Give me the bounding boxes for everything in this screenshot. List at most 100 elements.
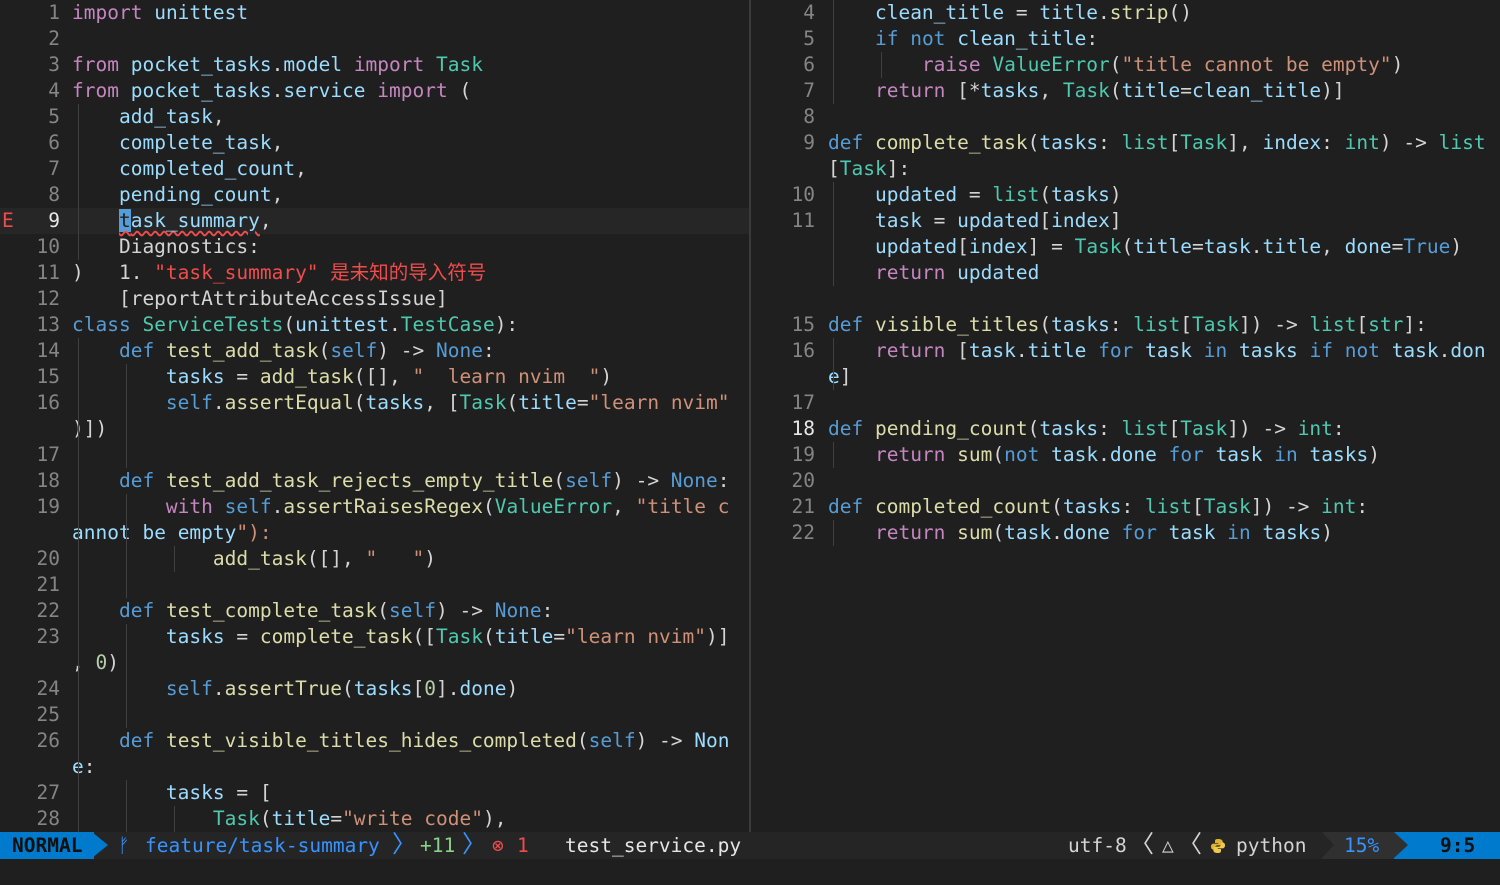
code-line[interactable]: 16 self.assertEqual(tasks, [Task(title="… — [0, 390, 750, 416]
code-line[interactable]: 11 task = updated[index] — [751, 208, 1500, 234]
code-text[interactable]: completed_count, — [72, 156, 307, 182]
code-text[interactable]: task_summary, — [72, 208, 272, 234]
code-text[interactable]: if not clean_title: — [828, 26, 1098, 52]
code-line[interactable]: 27 tasks = [ — [0, 780, 750, 806]
code-line[interactable]: )]) — [0, 416, 750, 442]
code-line[interactable]: 10 updated = list(tasks) — [751, 182, 1500, 208]
code-text[interactable]: e: — [72, 754, 96, 780]
code-text[interactable]: e] — [828, 364, 852, 390]
code-line[interactable]: 2 — [0, 26, 750, 52]
code-line[interactable]: , 0) — [0, 650, 750, 676]
code-line[interactable]: 12 [reportAttributeAccessIssue] — [0, 286, 750, 312]
code-text[interactable]: Task(title="write code"), — [72, 806, 507, 832]
code-text[interactable]: class ServiceTests(unittest.TestCase): — [72, 312, 518, 338]
code-line[interactable]: 17 — [751, 390, 1500, 416]
code-line[interactable]: 13 class ServiceTests(unittest.TestCase): — [0, 312, 750, 338]
code-text[interactable]: def pending_count(tasks: list[Task]) -> … — [828, 416, 1345, 442]
code-line[interactable]: e: — [0, 754, 750, 780]
code-line[interactable]: 20 add_task([], " ") — [0, 546, 750, 572]
code-text[interactable]: def visible_titles(tasks: list[Task]) ->… — [828, 312, 1427, 338]
code-text[interactable]: import unittest — [72, 0, 248, 26]
code-line[interactable]: 4 clean_title = title.strip() — [751, 0, 1500, 26]
code-line[interactable]: 6 raise ValueError("title cannot be empt… — [751, 52, 1500, 78]
code-text[interactable]: pending_count, — [72, 182, 283, 208]
code-line[interactable]: 26 def test_visible_titles_hides_complet… — [0, 728, 750, 754]
code-text[interactable]: annot be empty"): — [72, 520, 272, 546]
code-line[interactable]: 24 self.assertTrue(tasks[0].done) — [0, 676, 750, 702]
code-line[interactable]: E 9 task_summary, — [0, 208, 750, 234]
code-text[interactable]: return [*tasks, Task(title=clean_title)] — [828, 78, 1345, 104]
code-text[interactable]: raise ValueError("title cannot be empty"… — [828, 52, 1403, 78]
code-text[interactable]: , 0) — [72, 650, 119, 676]
code-line[interactable]: 5 add_task, — [0, 104, 750, 130]
code-line[interactable]: 19 with self.assertRaisesRegex(ValueErro… — [0, 494, 750, 520]
code-text[interactable]: updated[index] = Task(title=task.title, … — [828, 234, 1462, 260]
code-text[interactable]: from pocket_tasks.model import Task — [72, 52, 483, 78]
code-text[interactable]: def test_visible_titles_hides_completed(… — [72, 728, 730, 754]
code-text[interactable]: self.assertTrue(tasks[0].done) — [72, 676, 518, 702]
code-line[interactable]: 8 pending_count, — [0, 182, 750, 208]
code-line[interactable]: 7 return [*tasks, Task(title=clean_title… — [751, 78, 1500, 104]
code-line[interactable]: 19 return sum(not task.done for task in … — [751, 442, 1500, 468]
code-text[interactable]: def test_add_task_rejects_empty_title(se… — [72, 468, 730, 494]
code-text[interactable]: add_task, — [72, 104, 225, 130]
code-line[interactable] — [751, 286, 1500, 312]
code-line[interactable]: 17 — [0, 442, 750, 468]
code-line[interactable]: 21 — [0, 572, 750, 598]
code-line[interactable]: 28 Task(title="write code"), — [0, 806, 750, 832]
code-line[interactable]: 5 if not clean_title: — [751, 26, 1500, 52]
code-line[interactable]: annot be empty"): — [0, 520, 750, 546]
code-line[interactable]: 6 complete_task, — [0, 130, 750, 156]
code-line[interactable]: [Task]: — [751, 156, 1500, 182]
diagnostic-error-count[interactable]: 1 — [517, 832, 529, 859]
git-branch[interactable]: feature/task-summary — [145, 832, 380, 859]
code-line[interactable]: 7 completed_count, — [0, 156, 750, 182]
code-line[interactable]: 9 def complete_task(tasks: list[Task], in… — [751, 130, 1500, 156]
code-text[interactable]: return [task.title for task in tasks if … — [828, 338, 1486, 364]
code-line[interactable]: 3 from pocket_tasks.model import Task — [0, 52, 750, 78]
code-line[interactable]: 11) 1. "task_summary" 是未知的导入符号 — [0, 260, 750, 286]
code-text[interactable]: return updated — [828, 260, 1039, 286]
code-line[interactable]: 4 from pocket_tasks.service import ( — [0, 78, 750, 104]
code-text[interactable]: tasks = [ — [72, 780, 272, 806]
code-text[interactable]: complete_task, — [72, 130, 283, 156]
code-text[interactable]: def test_complete_task(self) -> None: — [72, 598, 553, 624]
left-editor-pane[interactable]: 1 import unittest 2 3 from pocket_tasks.mode… — [0, 0, 750, 832]
right-editor-pane[interactable]: 4 clean_title = title.strip() 5 if not cl… — [751, 0, 1500, 832]
code-text[interactable]: from pocket_tasks.service import ( — [72, 78, 471, 104]
code-line[interactable]: 23 tasks = complete_task([Task(title="le… — [0, 624, 750, 650]
code-text[interactable]: [Task]: — [828, 156, 910, 182]
code-text[interactable]: task = updated[index] — [828, 208, 1122, 234]
code-line[interactable]: 21 def completed_count(tasks: list[Task])… — [751, 494, 1500, 520]
code-text[interactable]: tasks = complete_task([Task(title="learn… — [72, 624, 730, 650]
code-text[interactable]: with self.assertRaisesRegex(ValueError, … — [72, 494, 730, 520]
code-line[interactable]: 25 — [0, 702, 750, 728]
code-text[interactable]: def test_add_task(self) -> None: — [72, 338, 495, 364]
code-text[interactable]: tasks = add_task([], " learn nvim ") — [72, 364, 612, 390]
code-line[interactable]: 15 def visible_titles(tasks: list[Task]) … — [751, 312, 1500, 338]
code-text[interactable]: self.assertEqual(tasks, [Task(title="lea… — [72, 390, 730, 416]
code-line[interactable]: 22 def test_complete_task(self) -> None: — [0, 598, 750, 624]
code-text[interactable]: ) 1. "task_summary" 是未知的导入符号 — [72, 260, 486, 286]
code-line[interactable]: e] — [751, 364, 1500, 390]
code-line[interactable]: 10 Diagnostics: — [0, 234, 750, 260]
code-line[interactable]: 14 def test_add_task(self) -> None: — [0, 338, 750, 364]
code-text[interactable]: clean_title = title.strip() — [828, 0, 1192, 26]
code-line[interactable]: 18 def test_add_task_rejects_empty_title… — [0, 468, 750, 494]
code-line[interactable]: 22 return sum(task.done for task in task… — [751, 520, 1500, 546]
command-line[interactable] — [0, 859, 1500, 885]
code-line[interactable]: 16 return [task.title for task in tasks … — [751, 338, 1500, 364]
code-line[interactable]: 15 tasks = add_task([], " learn nvim ") — [0, 364, 750, 390]
code-line[interactable]: updated[index] = Task(title=task.title, … — [751, 234, 1500, 260]
code-text[interactable]: Diagnostics: — [72, 234, 260, 260]
code-text[interactable]: [reportAttributeAccessIssue] — [72, 286, 448, 312]
code-text[interactable]: def complete_task(tasks: list[Task], ind… — [828, 130, 1486, 156]
code-text[interactable]: return sum(not task.done for task in tas… — [828, 442, 1380, 468]
code-text[interactable]: def completed_count(tasks: list[Task]) -… — [828, 494, 1368, 520]
code-line[interactable]: 8 — [751, 104, 1500, 130]
code-line[interactable]: 1 import unittest — [0, 0, 750, 26]
code-text[interactable]: return sum(task.done for task in tasks) — [828, 520, 1333, 546]
code-line[interactable]: 18 def pending_count(tasks: list[Task]) -… — [751, 416, 1500, 442]
code-text[interactable]: updated = list(tasks) — [828, 182, 1122, 208]
code-line[interactable]: return updated — [751, 260, 1500, 286]
